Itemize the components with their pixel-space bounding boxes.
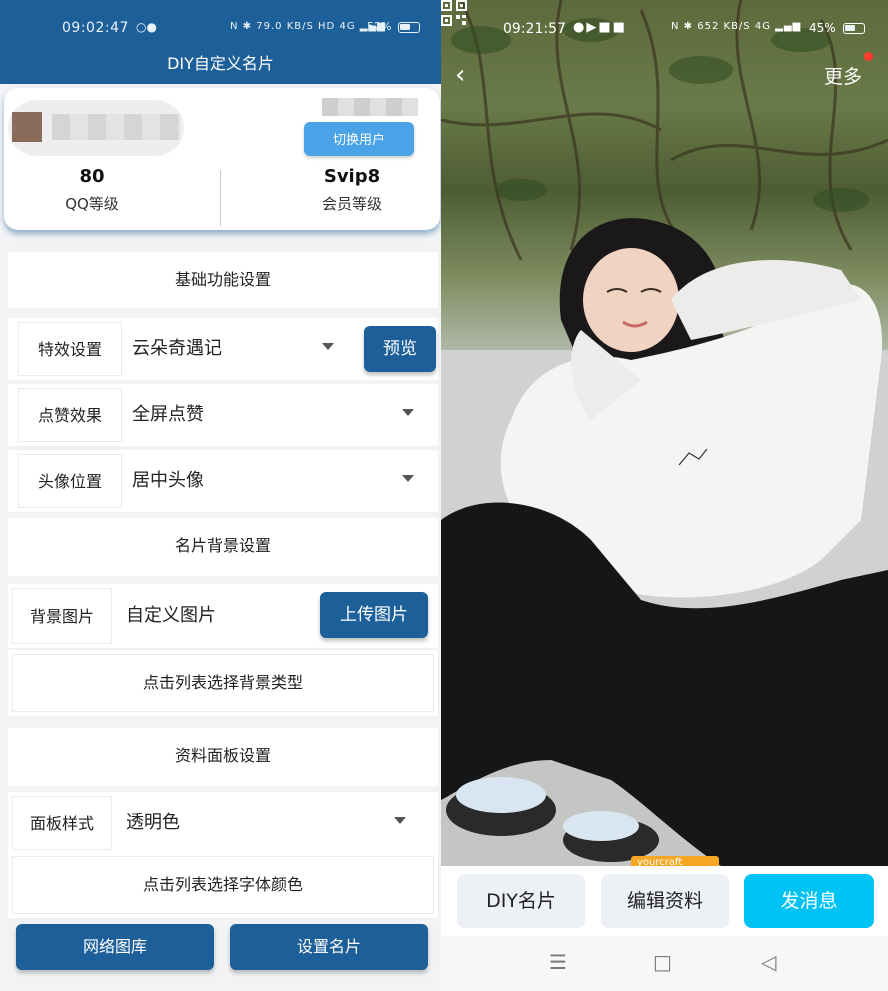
switch-user-button[interactable]: 切换用户 [304, 122, 414, 156]
battery-percent: 52% [367, 20, 392, 33]
background-type-hint[interactable]: 点击列表选择背景类型 [12, 654, 434, 712]
effect-select-value[interactable]: 云朵奇遇记 [132, 318, 222, 380]
blurred-user-id [322, 98, 418, 116]
notification-dot [864, 52, 873, 61]
dropdown-caret-icon[interactable] [402, 409, 414, 416]
battery-indicator: 45% [809, 21, 865, 35]
avatar-position-select-value[interactable]: 居中头像 [132, 450, 204, 512]
dropdown-caret-icon[interactable] [322, 343, 334, 350]
blurred-user-name [8, 100, 184, 156]
profile-action-bar: DIY名片 编辑资料 发消息 [441, 866, 888, 936]
app-notification-icons: ●▶■■ [573, 20, 627, 35]
background-settings-header: 名片背景设置 [8, 518, 438, 576]
upload-image-button[interactable]: 上传图片 [320, 592, 428, 638]
panel-style-select-value[interactable]: 透明色 [126, 792, 180, 854]
background-image-label: 背景图片 [12, 588, 112, 644]
signal-icon: 4G ▂▄▆ [754, 21, 802, 32]
net-speed: 79.0 KB/S [256, 21, 314, 32]
font-color-hint[interactable]: 点击列表选择字体颜色 [12, 856, 434, 914]
panel-style-row[interactable]: 面板样式 透明色 [8, 792, 438, 854]
status-bar: 09:02:47 ○● N ✱ 79.0 KB/S HD 4G ▂▄▆ 52% [0, 0, 441, 54]
hd-icon: HD [318, 21, 336, 32]
battery-icon [397, 21, 420, 33]
background-type-list[interactable]: 点击列表选择背景类型 [8, 650, 438, 716]
dropdown-caret-icon[interactable] [402, 475, 414, 482]
blurred-nickname [52, 114, 180, 140]
panel-settings-header: 资料面板设置 [8, 728, 438, 786]
qq-level-stat: 80 QQ等级 [0, 166, 192, 214]
background-image-row: 背景图片 自定义图片 上传图片 [8, 584, 438, 648]
menu-icon[interactable]: ☰ [549, 950, 567, 974]
back-icon[interactable]: ‹ [455, 62, 477, 88]
net-speed: 652 KB/S [697, 21, 751, 32]
dropdown-caret-icon[interactable] [394, 817, 406, 824]
photo-illustration [441, 0, 888, 866]
qq-level-value: 80 [79, 166, 105, 187]
nfc-icon: N [230, 21, 239, 32]
page-title: DIY自定义名片 [0, 54, 441, 84]
bluetooth-icon: ✱ [683, 21, 694, 32]
like-effect-select-value[interactable]: 全屏点赞 [132, 384, 204, 446]
diy-card-button[interactable]: DIY名片 [457, 874, 585, 928]
system-nav-bar: ☰ □ ◁ [441, 936, 888, 991]
status-time: 09:21:57 [503, 21, 566, 37]
send-message-button[interactable]: 发消息 [744, 874, 874, 928]
set-card-button[interactable]: 设置名片 [230, 924, 428, 970]
status-icons: N ✱ 652 KB/S 4G ▂▄▆ [671, 21, 801, 32]
more-menu-button[interactable]: 更多 [824, 62, 862, 89]
nfc-icon: N [671, 21, 680, 32]
user-info-card: 切换用户 80 QQ等级 Svip8 会员等级 [4, 88, 440, 230]
status-time: 09:02:47 [62, 20, 129, 36]
avatar [12, 112, 42, 142]
diy-card-settings-screen: 09:02:47 ○● N ✱ 79.0 KB/S HD 4G ▂▄▆ 52% … [0, 0, 441, 991]
qq-level-label: QQ等级 [65, 195, 119, 213]
edit-profile-button[interactable]: 编辑资料 [601, 874, 729, 928]
watermark-badge: yourcraft [631, 856, 719, 866]
battery-indicator: 52% [367, 20, 420, 33]
font-color-list[interactable]: 点击列表选择字体颜色 [8, 852, 438, 918]
profile-background-photo: 09:21:57 ●▶■■ N ✱ 652 KB/S 4G ▂▄▆ 45% ‹ [441, 0, 888, 866]
home-icon[interactable]: □ [653, 950, 672, 974]
status-icons: N ✱ 79.0 KB/S HD 4G ▂▄▆ [230, 21, 386, 32]
avatar-position-row[interactable]: 头像位置 居中头像 [8, 450, 438, 512]
basic-settings-header: 基础功能设置 [8, 252, 438, 308]
network-gallery-button[interactable]: 网络图库 [16, 924, 214, 970]
status-bar: 09:21:57 ●▶■■ N ✱ 652 KB/S 4G ▂▄▆ 45% [441, 0, 888, 56]
wechat-icon: ○● [136, 20, 157, 34]
vip-level-value: Svip8 [323, 166, 381, 187]
battery-icon [842, 23, 865, 34]
effect-label: 特效设置 [18, 322, 122, 376]
battery-percent: 45% [809, 21, 836, 35]
vip-level-label: 会员等级 [321, 195, 382, 213]
nav-back-icon[interactable]: ◁ [761, 950, 776, 974]
bluetooth-icon: ✱ [242, 21, 253, 32]
background-image-value: 自定义图片 [126, 605, 216, 626]
avatar-position-label: 头像位置 [18, 454, 122, 508]
vip-level-stat: Svip8 会员等级 [252, 166, 441, 214]
like-effect-label: 点赞效果 [18, 388, 122, 442]
panel-style-label: 面板样式 [12, 796, 112, 850]
like-effect-row[interactable]: 点赞效果 全屏点赞 [8, 384, 438, 446]
preview-button[interactable]: 预览 [364, 326, 436, 372]
effect-setting-row[interactable]: 特效设置 云朵奇遇记 预览 [8, 318, 438, 380]
profile-card-preview-screen: 09:21:57 ●▶■■ N ✱ 652 KB/S 4G ▂▄▆ 45% ‹ [441, 0, 888, 991]
stat-divider [220, 170, 221, 226]
qr-code-icon[interactable] [441, 0, 467, 26]
